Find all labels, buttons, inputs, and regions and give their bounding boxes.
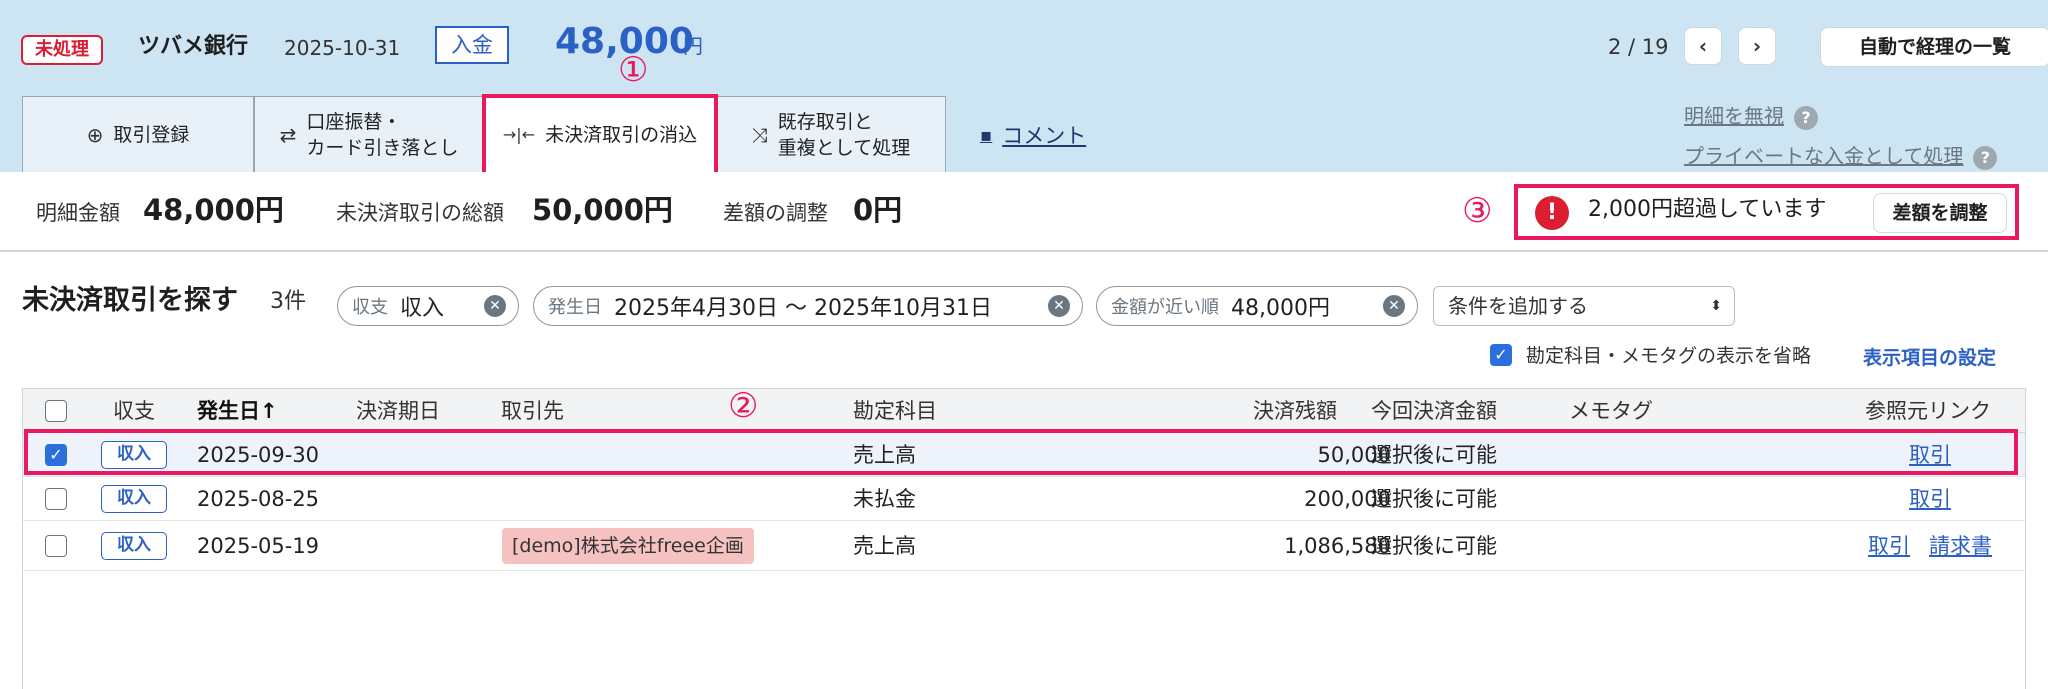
transaction-type-badge: 入金 (435, 26, 509, 64)
cell-payment: 選択後に可能 (1371, 534, 1497, 558)
tab-label: 取引登録 (113, 123, 190, 146)
highlight-selected-row (24, 429, 2018, 475)
cell-date: 2025-08-25 (197, 487, 320, 511)
auto-accounting-list-button[interactable]: 自動で経理の一覧 (1820, 27, 2048, 67)
private-deposit-link[interactable]: プライベートな入金として処理? (1684, 140, 1998, 170)
help-icon[interactable]: ? (1794, 105, 1818, 130)
record-date: 2025-10-31 (284, 36, 401, 60)
header-refs: 参照元リンク (1865, 399, 1991, 423)
cell-date: 2025-05-19 (197, 534, 320, 558)
clear-filter-icon[interactable]: ✕ (1383, 295, 1405, 317)
chip-value: 48,000円 (1231, 296, 1330, 321)
table-row[interactable]: 収入 2025-08-25 未払金 200,000 選択後に可能 取引 (23, 477, 2025, 521)
annotation-1: ① (618, 50, 649, 90)
filter-chip-type[interactable]: 収支 収入 ✕ (337, 286, 519, 326)
chip-value: 収入 (400, 296, 445, 321)
transaction-link[interactable]: 取引 (1909, 485, 1951, 513)
partner-tag: [demo]株式会社freee企画 (502, 528, 754, 564)
comment-icon: ▪ (980, 124, 993, 146)
result-count: 3件 (270, 289, 306, 314)
select-arrow-icon: ⬍ (1710, 298, 1722, 314)
header-partner: 取引先 (501, 399, 564, 423)
record-header: 未処理 ツバメ銀行 2025-10-31 入金 48,000 円 ① 2 / 1… (0, 0, 2048, 172)
search-title: 未決済取引を探す (22, 285, 238, 316)
header-memo: メモタグ (1569, 399, 1653, 423)
private-deposit-label: プライベートな入金として処理 (1684, 144, 1964, 168)
annotation-3: ③ (1462, 191, 1493, 231)
ignore-detail-link[interactable]: 明細を無視? (1684, 100, 1818, 130)
ignore-detail-label: 明細を無視 (1684, 104, 1784, 128)
clear-filter-icon[interactable]: ✕ (484, 295, 506, 317)
type-tag: 収入 (101, 485, 167, 513)
tab-label: 口座振替・ カード引き落とし (306, 110, 459, 159)
header-balance: 決済残額 (1253, 399, 1337, 423)
comment-label: コメント (1002, 124, 1087, 148)
column-settings-link[interactable]: 表示項目の設定 (1863, 344, 1996, 372)
header-account: 勘定科目 (853, 399, 937, 423)
highlight-active-tab (482, 94, 718, 178)
cell-payment: 選択後に可能 (1371, 487, 1497, 511)
unsettled-total-value: 50,000円 (532, 193, 673, 227)
tab-label: 既存取引と 重複として処理 (777, 110, 911, 159)
chip-key: 金額が近い順 (1111, 297, 1219, 318)
comment-link[interactable]: ▪ コメント (980, 120, 1086, 150)
tab-account-transfer[interactable]: ⇄ 口座振替・ カード引き落とし (254, 96, 484, 172)
bank-name: ツバメ銀行 (138, 34, 249, 59)
transfer-arrows-icon: ⇄ (279, 122, 297, 147)
invoice-link[interactable]: 請求書 (1929, 532, 1992, 560)
diff-adjust-label: 差額の調整 (723, 201, 828, 225)
adjust-difference-button[interactable]: 差額を調整 (1873, 193, 2007, 233)
chip-key: 収支 (352, 297, 388, 318)
omit-display-checkbox[interactable]: ✓ (1490, 344, 1512, 366)
header-payment: 今回決済金額 (1371, 399, 1497, 423)
header-date[interactable]: 発生日↑ (197, 397, 278, 425)
alert-icon: ! (1535, 196, 1569, 230)
unsettled-total-label: 未決済取引の総額 (336, 201, 504, 225)
table-header: 収支 発生日↑ 決済期日 取引先 勘定科目 決済残額 今回決済金額 メモタグ 参… (23, 389, 2025, 433)
tab-duplicate-existing[interactable]: ⤨ 既存取引と 重複として処理 (716, 96, 946, 172)
select-all-checkbox[interactable] (45, 400, 67, 422)
detail-amount-value: 48,000円 (143, 193, 284, 227)
merge-into-icon: ⤨ (751, 122, 768, 147)
chip-key: 発生日 (548, 297, 602, 318)
cell-account: 売上高 (853, 534, 916, 558)
next-page-button[interactable]: › (1738, 27, 1776, 65)
tab-register-transaction[interactable]: ⊕ 取引登録 (22, 96, 254, 172)
filter-chip-amount[interactable]: 金額が近い順 48,000円 ✕ (1096, 286, 1418, 326)
transaction-link[interactable]: 取引 (1868, 532, 1910, 560)
row-checkbox[interactable] (45, 488, 67, 510)
detail-amount-label: 明細金額 (36, 201, 120, 225)
diff-adjust-value: 0円 (853, 193, 903, 227)
plus-circle-icon: ⊕ (86, 122, 104, 147)
header-type: 収支 (113, 399, 155, 423)
status-badge: 未処理 (21, 35, 103, 65)
annotation-2: ② (728, 386, 759, 426)
filter-chip-date[interactable]: 発生日 2025年4月30日 〜 2025年10月31日 ✕ (533, 286, 1083, 326)
currency-unit: 円 (683, 34, 703, 58)
row-checkbox[interactable] (45, 535, 67, 557)
table-row[interactable]: 収入 2025-05-19 [demo]株式会社freee企画 売上高 1,08… (23, 521, 2025, 571)
clear-filter-icon[interactable]: ✕ (1048, 295, 1070, 317)
type-tag: 収入 (101, 532, 167, 560)
pager-position: 2 / 19 (1608, 35, 1669, 59)
header-due-date: 決済期日 (356, 399, 440, 423)
chip-value: 2025年4月30日 〜 2025年10月31日 (614, 296, 992, 321)
omit-display-label: 勘定科目・メモタグの表示を省略 (1526, 345, 1812, 367)
excess-warning-text: 2,000円超過しています (1588, 197, 1827, 222)
add-condition-select[interactable]: 条件を追加する ⬍ (1433, 286, 1735, 326)
help-icon[interactable]: ? (1973, 145, 1998, 170)
prev-page-button[interactable]: ‹ (1684, 27, 1722, 65)
cell-account: 未払金 (853, 487, 916, 511)
select-label: 条件を追加する (1448, 294, 1588, 318)
